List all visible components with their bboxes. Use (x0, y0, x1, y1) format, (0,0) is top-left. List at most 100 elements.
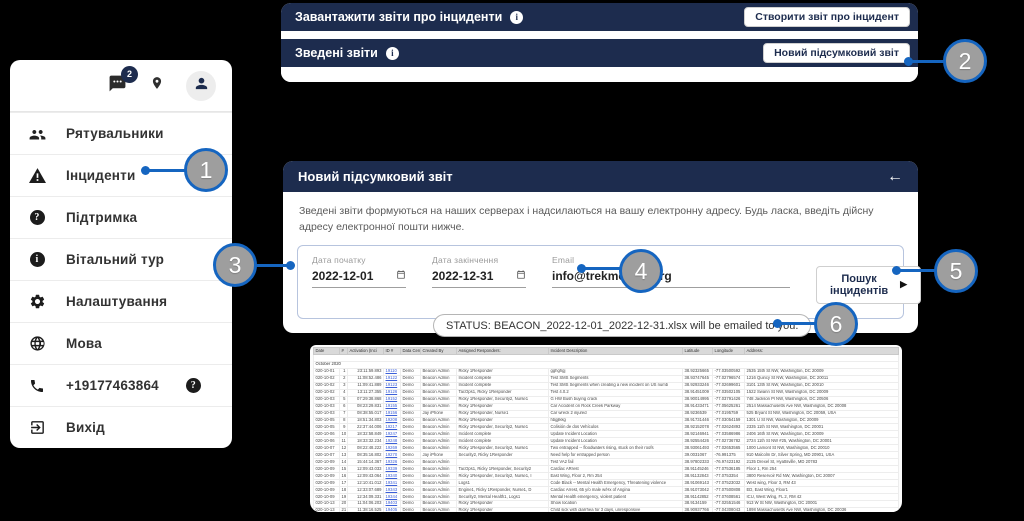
table-cell: Jay iPhone (421, 410, 457, 417)
table-cell: 2135 Drexel St, Hyattsville, MD 20783 (745, 459, 899, 466)
table-cell: 13 (340, 452, 348, 459)
table-cell: 525 Bryant St NW, Washington, DC 20059, … (745, 410, 899, 417)
start-date-value[interactable]: 2022-12-01 (312, 269, 373, 283)
sidebar-item-welcome-tour[interactable]: i Вітальний тур (10, 238, 232, 280)
callout-2: 2 (943, 39, 987, 83)
sidebar-item-language[interactable]: Мова (10, 322, 232, 364)
table-cell: Beacon Admin (421, 368, 457, 375)
table-cell: Beacon Admin (421, 494, 457, 501)
sidebar-item-label: Мова (66, 336, 102, 351)
unread-messages-badge: 2 (121, 66, 138, 83)
download-reports-title-text: Завантажити звіти про інциденти (295, 10, 502, 24)
table-cell: Beacon Admin (421, 480, 457, 487)
end-date-value[interactable]: 2022-12-31 (432, 269, 493, 283)
table-cell: 020-10-09 (314, 466, 340, 473)
callout-line (897, 269, 937, 272)
table-cell: 23:11:59.893 (348, 368, 384, 375)
table-cell: 19122 (384, 375, 401, 382)
new-summary-report-button[interactable]: Новий підсумковий звіт (763, 43, 910, 63)
table-cell: Demo (401, 445, 421, 452)
table-cell: Code Black -- Mental Health Emergency, T… (549, 480, 683, 487)
table-cell: 39.0031067 (683, 452, 713, 459)
incident-id-link: 19122 (386, 375, 398, 380)
table-cell: 19110 (384, 368, 401, 375)
info-icon[interactable]: i (386, 47, 399, 60)
sidebar-item-responders[interactable]: Рятувальники (10, 112, 232, 154)
spreadsheet-column-header: # (340, 348, 348, 355)
table-cell: -77.07500808 (713, 487, 745, 494)
table-cell: 22:37:44.006 (348, 424, 384, 431)
sidebar-item-logout[interactable]: Вихід (10, 406, 232, 448)
status-text: STATUS: BEACON_2022-12-01_2022-12-31.xls… (446, 320, 798, 332)
table-cell: 19208 (384, 417, 401, 424)
table-cell: Demo (401, 410, 421, 417)
spreadsheet-column-header: ID # (384, 348, 401, 355)
table-cell: -77.02796574 (713, 375, 745, 382)
table-cell: 08:38:55.017 (348, 410, 384, 417)
table-cell: 1 (340, 368, 348, 375)
download-reports-bar[interactable]: Завантажити звіти про інциденти i Створи… (281, 3, 918, 31)
end-date-field[interactable]: Дата закінчення 2022-12-31 (432, 255, 526, 288)
callout-line (146, 169, 188, 172)
sidebar-item-support[interactable]: ? Підтримка (10, 196, 232, 238)
table-cell: Ricky 1Responder, Security2, Nurse1, I (457, 473, 549, 480)
table-cell: 38.92146941 (683, 431, 713, 438)
table-cell: 11:09:41.889 (348, 382, 384, 389)
status-message: STATUS: BEACON_2022-12-01_2022-12-31.xls… (433, 314, 811, 337)
table-cell: 020-10-01 (314, 368, 340, 375)
table-cell: Beacon Admin (421, 382, 457, 389)
table-cell: Ricky 1Responder, Nurse1 (457, 410, 549, 417)
incident-id-link: 19343 (386, 487, 398, 492)
table-cell: 2 (340, 375, 348, 382)
create-incident-report-button[interactable]: Створити звіт про інцидент (744, 7, 910, 27)
spreadsheet-group-row: October 2020 (314, 361, 899, 368)
table-cell: 38.92933246 (683, 382, 713, 389)
table-cell: 1000 Lamont St NW, Washington, DC 20010 (745, 445, 899, 452)
calendar-icon[interactable] (396, 269, 406, 283)
table-cell (457, 459, 549, 466)
sidebar-item-label: Вітальний тур (66, 252, 164, 267)
table-cell: 38.90937766 (683, 507, 713, 512)
table-cell: -77.03054159 (713, 417, 745, 424)
table-cell: 38.91433471 (683, 403, 713, 410)
table-cell: Ricky 1Responder (457, 417, 549, 424)
info-icon[interactable]: i (510, 11, 523, 24)
table-cell: -77.0195759 (713, 410, 745, 417)
sidebar-item-phone[interactable]: +19177463864 ? (10, 364, 232, 406)
table-cell: 19344 (384, 494, 401, 501)
map-pin-button[interactable] (150, 74, 164, 97)
table-cell: -77.07523032 (713, 480, 745, 487)
table-cell: 19269 (384, 445, 401, 452)
back-arrow-icon[interactable]: ← (887, 169, 903, 185)
table-cell: 19 (340, 494, 348, 501)
location-pin-icon (150, 74, 164, 97)
calendar-icon[interactable] (516, 269, 526, 283)
table-cell: 020-10-03 (314, 410, 340, 417)
callout-4: 4 (619, 249, 663, 293)
profile-button[interactable] (186, 71, 216, 101)
sidebar-item-label: Вихід (66, 420, 105, 435)
phone-help-icon[interactable]: ? (186, 378, 201, 393)
table-cell: 11:04:06.203 (348, 500, 384, 507)
start-date-field[interactable]: Дата початку 2022-12-01 (312, 255, 406, 288)
table-row: 020-10-091812:33:07.68919343DemoBeacon A… (314, 487, 899, 494)
sidebar-item-label: Налаштування (66, 294, 167, 309)
table-cell: 020-10-09 (314, 480, 340, 487)
email-label: Email (552, 255, 790, 265)
table-cell: 2406 16th St NW, Washington, DC 20009 (745, 431, 899, 438)
table-cell: Security2, Mental Health1, Logs1 (457, 494, 549, 501)
sidebar-header: 2 (10, 60, 232, 112)
table-cell: Demo (401, 480, 421, 487)
table-row: 020-10-091612:09:43.06419340DemoBeacon A… (314, 473, 899, 480)
email-field[interactable]: Email info@trekmedics.org (552, 255, 790, 288)
sidebar-item-settings[interactable]: Налаштування (10, 280, 232, 322)
table-cell: 6 (340, 403, 348, 410)
help-icon: ? (30, 210, 45, 225)
summary-reports-bar[interactable]: Зведені звіти i Новий підсумковий звіт (281, 39, 918, 67)
messages-button[interactable]: 2 (107, 74, 128, 98)
table-row: 020-10-091415:44:14.36719326DemoBeacon A… (314, 459, 899, 466)
table-cell: hbgjlkkg (549, 417, 683, 424)
search-incidents-label: Пошук інцидентів (830, 273, 888, 297)
table-cell: 1522 Swann St NW, Washington, DC 20009 (745, 389, 899, 396)
table-cell: Floor 1, Rm 254 (745, 466, 899, 473)
